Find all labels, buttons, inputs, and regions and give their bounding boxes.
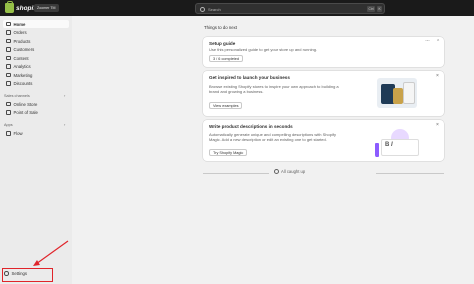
red-arrow-annotation: [33, 240, 69, 266]
